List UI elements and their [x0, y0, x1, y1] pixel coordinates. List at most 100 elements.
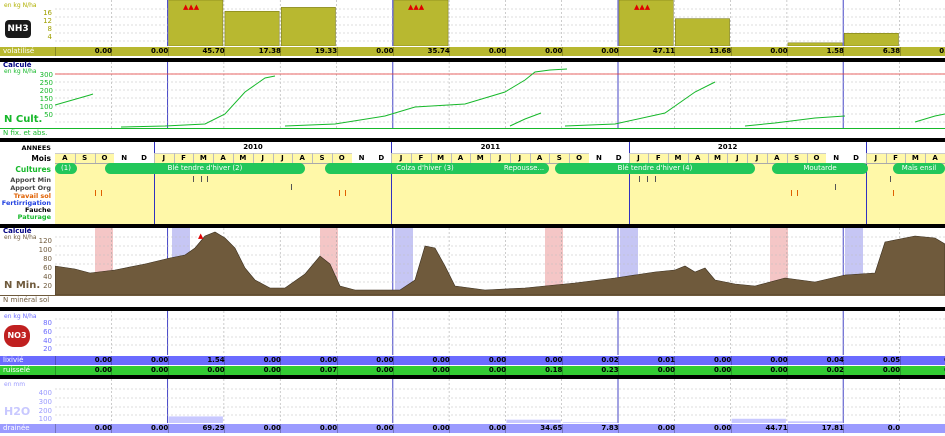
ncult-label: N Cult.: [4, 114, 43, 125]
operation-mark: [639, 176, 640, 182]
value-cell: 0.00: [336, 47, 394, 56]
nh3-tick: 8: [47, 25, 52, 33]
nh3-alert-icon: ▲▲▲: [408, 3, 425, 11]
month-cell: A: [925, 153, 945, 163]
h2o-bar: [731, 418, 786, 423]
crop-bar[interactable]: Blé tendre d'hiver (2): [105, 163, 305, 174]
month-cell: N: [826, 153, 848, 163]
crop-bar[interactable]: Moutarde: [772, 163, 868, 174]
value-cell: 0.00: [618, 424, 675, 433]
no3-chart: [55, 311, 945, 355]
value-cell: 0.07: [280, 366, 337, 375]
value-cell: 47.11: [618, 47, 675, 56]
value-cell: 34.65: [505, 424, 562, 433]
operation-mark: [345, 190, 346, 196]
value-cell: 0.00: [618, 366, 675, 375]
nmin-label: N Min.: [4, 280, 41, 291]
crop-bar[interactable]: Blé tendre d'hiver (4): [555, 163, 755, 174]
month-cell: J: [747, 153, 768, 163]
value-cell: 0.00: [55, 356, 112, 365]
month-cell: J: [510, 153, 531, 163]
value-cell: 17.81: [786, 424, 844, 433]
crop-bar[interactable]: Repousse...: [499, 163, 549, 174]
value-cell: 0.00: [336, 424, 394, 433]
value-cell: 0.00: [336, 356, 394, 365]
month-cell: M: [708, 153, 729, 163]
value-cell: 0.00: [730, 356, 788, 365]
value-cell: 0.00: [392, 424, 450, 433]
month-cell: A: [767, 153, 788, 163]
h2o-tick: 100: [38, 415, 52, 423]
operation-mark: [655, 176, 656, 182]
month-cell: A: [55, 153, 76, 163]
value-cell: 6.38: [843, 47, 900, 56]
nh3-icon-label: NH3: [7, 24, 29, 34]
value-cell: 0.00: [392, 356, 450, 365]
value-cell: 1.54: [167, 356, 225, 365]
value-cell: 0.00: [843, 366, 900, 375]
value-cell: 1.58: [786, 47, 844, 56]
value-cell: 0.00: [167, 366, 225, 375]
value-cell: 0.00: [111, 366, 168, 375]
month-cell: O: [332, 153, 353, 163]
value-cell: 0.00: [280, 356, 337, 365]
h2o-icon-label: H2O: [4, 405, 31, 418]
operation-mark: [791, 190, 792, 196]
month-cell: A: [530, 153, 551, 163]
operation-mark: [207, 176, 208, 182]
value-cell: 0.00: [223, 356, 281, 365]
month-cell: J: [391, 153, 412, 163]
month-cell: J: [490, 153, 511, 163]
h2o-drainee-row: drainée 0.00 0.00 69.29 0.00 0.00 0.00 0.00 0.0…: [0, 424, 945, 433]
month-cell: M: [193, 153, 215, 163]
timeline-labels: ANNEES Mois Cultures Apport Min Apport O…: [0, 142, 55, 224]
crop-bar[interactable]: Colza d'hiver (3): [325, 163, 525, 174]
crop-bar[interactable]: Maïs ensil: [893, 163, 945, 174]
value-cell: 69.29: [167, 424, 225, 433]
year-label: 2012: [717, 143, 738, 151]
nh3-bar: [675, 18, 730, 46]
operation-mark: [890, 176, 891, 182]
value-cell: 0.00: [449, 47, 506, 56]
value-cell: 0.00: [674, 366, 731, 375]
h2o-panel: en mm 400 300 200 100 H2O drainée 0.00 0.…: [0, 379, 945, 436]
h2o-unit: en mm: [4, 381, 26, 388]
h2o-bar: [506, 419, 561, 423]
ncult-chart: [55, 62, 945, 128]
month-cell: F: [174, 153, 195, 163]
no3-tick: 20: [43, 345, 52, 353]
month-cell: F: [648, 153, 670, 163]
value-cell: 0.00: [449, 366, 506, 375]
value-cell: 0.00: [280, 424, 337, 433]
value-cell: 0.00: [111, 424, 168, 433]
h2o-bar: [168, 416, 223, 423]
month-cell: J: [273, 153, 294, 163]
operation-mark: [647, 176, 648, 182]
operation-mark: [835, 184, 836, 190]
month-cell: A: [688, 153, 709, 163]
nh3-alert-icon: ▲▲▲: [634, 3, 651, 11]
apport-org-label: Apport Org: [10, 184, 51, 192]
nh3-alert-icon: ▲▲▲: [183, 3, 200, 11]
value-cell: 13.68: [674, 47, 731, 56]
nh3-bar: [224, 10, 280, 46]
h2o-bar: [562, 422, 617, 423]
h2o-row-label: drainée: [3, 424, 30, 432]
nh3-panel: en kg N/ha 16 12 8 4 NH3 ▲▲▲ ▲▲▲ ▲▲▲ vol…: [0, 0, 945, 58]
crop-bar[interactable]: (1): [55, 163, 77, 174]
nh3-bar: [787, 42, 843, 46]
operation-mark: [797, 190, 798, 196]
month-cell: M: [470, 153, 492, 163]
value-cell: 0.02: [561, 356, 619, 365]
month-cell: J: [253, 153, 274, 163]
nmin-row: N minéral sol: [0, 295, 945, 306]
value-cell: 0.00: [55, 47, 112, 56]
value-cell: 0.00: [730, 47, 788, 56]
operation-mark: [95, 190, 96, 196]
value-cell: 0.00: [111, 356, 168, 365]
nmin-tick: 80: [43, 255, 52, 263]
nh3-bar: [280, 7, 336, 46]
nmin-tick: 120: [38, 237, 52, 245]
value-cell: 0.00: [111, 47, 168, 56]
month-cell: J: [866, 153, 887, 163]
